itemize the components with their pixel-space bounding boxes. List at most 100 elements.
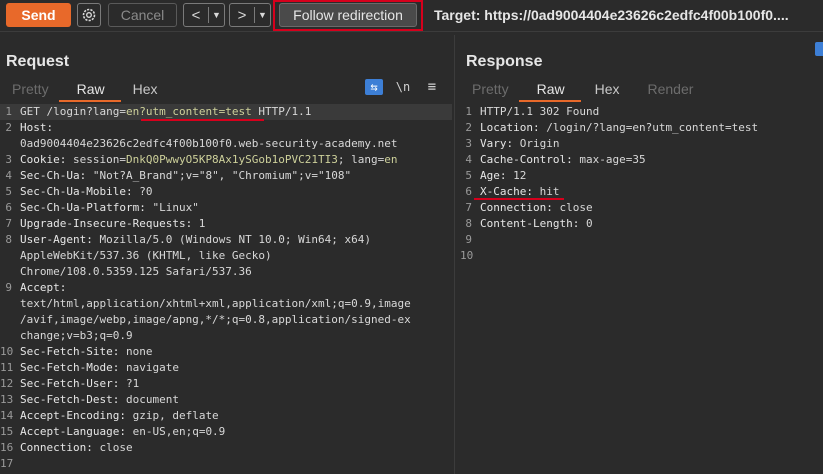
code-line[interactable]: 10 Sec-Fetch-Site: none xyxy=(0,344,452,360)
code-line[interactable]: text/html,application/xhtml+xml,applicat… xyxy=(0,296,452,312)
tab-response-pretty[interactable]: Pretty xyxy=(462,80,519,100)
header-name: Accept: xyxy=(20,281,67,294)
header-name: Connection: xyxy=(480,201,553,214)
code-line[interactable]: 11 Sec-Fetch-Mode: navigate xyxy=(0,360,452,376)
chevron-down-icon[interactable]: ▼ xyxy=(209,10,224,20)
target-url[interactable]: Target: https://0ad9004404e23626c2edfc4f… xyxy=(434,7,789,23)
pane-divider[interactable] xyxy=(454,35,455,474)
code-line[interactable]: Chrome/108.0.5359.125 Safari/537.36 xyxy=(0,264,452,280)
code-line[interactable]: 9 Accept: xyxy=(0,280,452,296)
wrap-lines-icon[interactable]: ⇆ xyxy=(365,79,383,95)
header-name: Cache-Control: xyxy=(480,153,573,166)
line-text: Sec-Fetch-Mode: navigate xyxy=(20,360,179,376)
line-number: 5 xyxy=(5,185,12,198)
header-name: Cookie: xyxy=(20,153,67,166)
code-line[interactable]: 15 Accept-Language: en-US,en;q=0.9 xyxy=(0,424,452,440)
header-name: User-Agent: xyxy=(20,233,93,246)
response-editor[interactable]: 1 HTTP/1.1 302 Found 2 Location: /login/?la… xyxy=(460,104,820,264)
tab-request-raw[interactable]: Raw xyxy=(58,80,121,102)
code-line[interactable]: 5 Sec-Ch-Ua-Mobile: ?0 xyxy=(0,184,452,200)
code-line[interactable]: 8 User-Agent: Mozilla/5.0 (Windows NT 10.… xyxy=(0,232,452,248)
line-text: Sec-Fetch-Site: none xyxy=(20,344,152,360)
code-line[interactable]: 4 Sec-Ch-Ua: "Not?A_Brand";v="8", "Chromi… xyxy=(0,168,452,184)
header-name: Location: xyxy=(480,121,540,134)
code-line[interactable]: change;v=b3;q=0.9 xyxy=(0,328,452,344)
code-line[interactable]: AppleWebKit/537.36 (KHTML, like Gecko) xyxy=(0,248,452,264)
tab-response-raw[interactable]: Raw xyxy=(518,80,581,102)
follow-redirection-button[interactable]: Follow redirection xyxy=(279,3,417,27)
line-text: Location: /login/?lang=en?utm_content=te… xyxy=(480,120,758,136)
back-arrow-icon[interactable]: < xyxy=(184,7,208,24)
line-number: 17 xyxy=(0,457,14,470)
code-line[interactable]: 14 Accept-Encoding: gzip, deflate xyxy=(0,408,452,424)
line-text: Sec-Fetch-User: ?1 xyxy=(20,376,139,392)
code-line[interactable]: 16 Connection: close xyxy=(0,440,452,456)
code-line[interactable]: 2 Location: /login/?lang=en?utm_content=t… xyxy=(460,120,820,136)
tab-response-hex[interactable]: Hex xyxy=(581,80,634,100)
header-name: X-Cache: xyxy=(480,185,533,198)
line-number: 10 xyxy=(460,249,474,262)
header-name: Sec-Fetch-Dest: xyxy=(20,393,120,406)
back-button[interactable]: < ▼ xyxy=(183,3,225,27)
code-line[interactable]: 0ad9004404e23626c2edfc4f00b100f0.web-sec… xyxy=(0,136,452,152)
line-text: Sec-Ch-Ua-Platform: "Linux" xyxy=(20,200,199,216)
forward-arrow-icon[interactable]: > xyxy=(230,7,254,24)
menu-icon[interactable]: ≡ xyxy=(424,79,440,95)
code-line[interactable]: 3 Cookie: session=DnkQ0PwwyO5KP8Ax1ySGob1… xyxy=(0,152,452,168)
line-fragment: 0ad9004404e23626c2edfc4f00b100f0.web-sec… xyxy=(20,137,398,150)
code-line[interactable]: 12 Sec-Fetch-User: ?1 xyxy=(0,376,452,392)
code-line[interactable]: 3 Vary: Origin xyxy=(460,136,820,152)
code-line[interactable]: 1 HTTP/1.1 302 Found xyxy=(460,104,820,120)
line-number: 2 xyxy=(5,121,12,134)
tab-request-pretty[interactable]: Pretty xyxy=(2,80,59,100)
code-line[interactable]: 13 Sec-Fetch-Dest: document xyxy=(0,392,452,408)
chevron-down-icon[interactable]: ▼ xyxy=(255,10,270,20)
line-number: 7 xyxy=(465,201,472,214)
code-line[interactable]: 5 Age: 12 xyxy=(460,168,820,184)
toolbar: Send Cancel < ▼ > ▼ Follow redirection T… xyxy=(0,0,823,32)
code-line[interactable]: 2 Host: xyxy=(0,120,452,136)
code-line[interactable]: 10 xyxy=(460,248,820,264)
header-name: Sec-Fetch-Site: xyxy=(20,345,120,358)
line-number: 8 xyxy=(5,233,12,246)
line-text: Connection: close xyxy=(20,440,133,456)
code-line[interactable]: 1 GET /login?lang=en?utm_content=test HTT… xyxy=(0,104,452,120)
line-fragment: ?1 xyxy=(119,377,140,390)
code-line[interactable]: 7 Upgrade-Insecure-Requests: 1 xyxy=(0,216,452,232)
tab-request-hex[interactable]: Hex xyxy=(121,80,170,100)
code-line[interactable]: /avif,image/webp,image/apng,*/*;q=0.8,ap… xyxy=(0,312,452,328)
line-fragment: 0 xyxy=(579,217,593,230)
line-number: 13 xyxy=(0,393,14,406)
code-line[interactable]: 7 Connection: close xyxy=(460,200,820,216)
code-line[interactable]: 9 xyxy=(460,232,820,248)
line-fragment: text/html,application/xhtml+xml,applicat… xyxy=(20,297,411,310)
line-fragment: "Linux" xyxy=(145,201,199,214)
line-fragment: /avif,image/webp,image/apng,*/*;q=0.8,ap… xyxy=(20,313,411,326)
newline-icon[interactable]: \n xyxy=(394,79,412,95)
line-fragment: close xyxy=(92,441,133,454)
line-number: 3 xyxy=(465,137,472,150)
forward-button[interactable]: > ▼ xyxy=(229,3,271,27)
line-text: Age: 12 xyxy=(480,168,526,184)
line-number: 16 xyxy=(0,441,14,454)
line-text: Chrome/108.0.5359.125 Safari/537.36 xyxy=(20,264,252,280)
code-line[interactable]: 8 Content-Length: 0 xyxy=(460,216,820,232)
code-line[interactable]: 17 xyxy=(0,456,452,472)
header-name: Sec-Fetch-Mode: xyxy=(20,361,120,374)
header-name: Age: xyxy=(480,169,507,182)
send-button[interactable]: Send xyxy=(6,3,71,27)
request-editor[interactable]: 1 GET /login?lang=en?utm_content=test HTT… xyxy=(0,104,452,472)
code-line[interactable]: 6 Sec-Ch-Ua-Platform: "Linux" xyxy=(0,200,452,216)
gear-icon xyxy=(82,8,96,22)
line-fragment: ; lang= xyxy=(337,153,385,166)
panel-toggle-icon[interactable] xyxy=(815,42,823,56)
code-line[interactable]: 4 Cache-Control: max-age=35 xyxy=(460,152,820,168)
line-fragment: Origin xyxy=(513,137,560,150)
line-number: 7 xyxy=(5,217,12,230)
param-value: en xyxy=(384,153,398,166)
tab-response-render[interactable]: Render xyxy=(634,80,708,100)
cancel-button[interactable]: Cancel xyxy=(108,3,177,27)
settings-button[interactable] xyxy=(77,3,101,27)
line-text: Sec-Fetch-Dest: document xyxy=(20,392,179,408)
line-text: HTTP/1.1 302 Found xyxy=(480,104,599,120)
